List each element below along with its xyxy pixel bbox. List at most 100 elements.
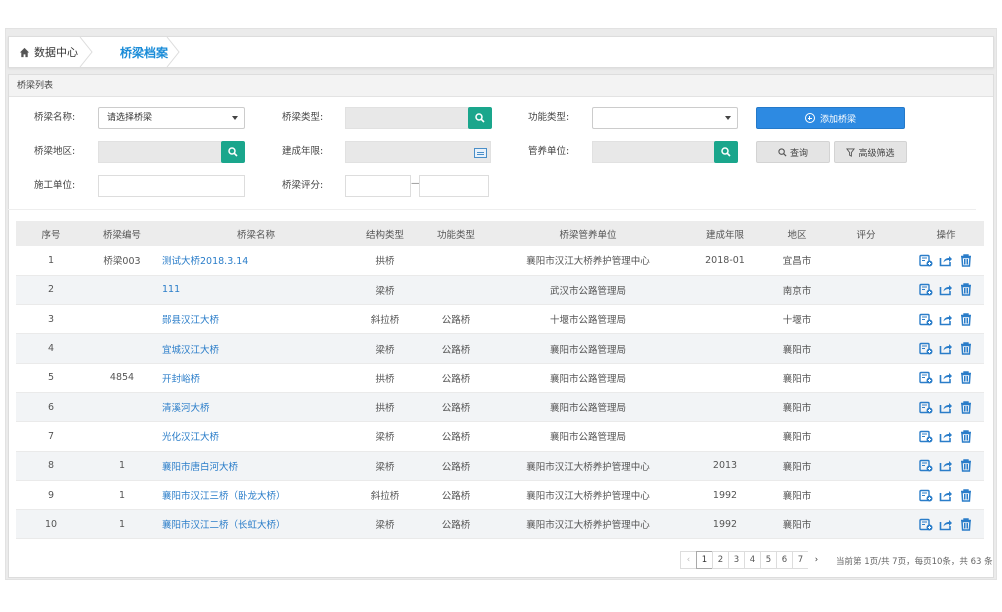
col-header: 功能类型 (416, 221, 496, 246)
pager-page-button[interactable]: 1 (696, 551, 713, 569)
trash-icon[interactable] (959, 518, 973, 531)
structure-type: 梁桥 (354, 451, 416, 481)
build-year (680, 275, 770, 306)
bridge-name-link[interactable]: 襄阳市汉江三桥（卧龙大桥） (158, 480, 354, 511)
bridge-code (86, 333, 158, 364)
trash-icon[interactable] (959, 488, 973, 502)
rating (824, 304, 908, 335)
col-header: 桥梁编号 (86, 221, 158, 246)
function-type-select[interactable] (592, 107, 738, 129)
edit-doc-icon[interactable] (919, 518, 933, 531)
maint-unit-search-button[interactable] (714, 141, 738, 163)
bridge-name-link[interactable]: 宜城汉江大桥 (158, 333, 354, 364)
breadcrumb-home-label: 数据中心 (34, 46, 78, 59)
trash-icon[interactable] (959, 371, 973, 385)
add-bridge-button[interactable]: 添加桥梁 (756, 107, 905, 129)
bridge-name-link[interactable]: 襄阳市汉江二桥（长虹大桥） (158, 509, 354, 540)
bridge-code (86, 392, 158, 423)
constr-unit-input[interactable] (98, 175, 245, 197)
structure-type: 梁桥 (354, 509, 416, 540)
trash-icon[interactable] (959, 400, 973, 414)
calendar-icon[interactable] (474, 148, 487, 158)
trash-icon[interactable] (959, 313, 973, 326)
bridge-type-label: 桥梁类型: (282, 112, 324, 123)
export-icon[interactable] (939, 430, 953, 443)
bridge-code (86, 304, 158, 335)
table-row: 8 1 襄阳市唐白河大桥 梁桥 公路桥 襄阳市汉江大桥养护管理中心 2013 襄阳市 (16, 451, 984, 481)
row-actions (908, 333, 984, 364)
trash-icon[interactable] (959, 283, 973, 297)
bridge-code: 4854 (86, 363, 158, 393)
export-icon[interactable] (939, 313, 953, 326)
row-index: 7 (16, 421, 86, 452)
maint-unit-input[interactable] (592, 141, 716, 163)
function-type: 公路桥 (416, 333, 496, 364)
pager-page-button[interactable]: 6 (776, 551, 793, 569)
trash-icon[interactable] (959, 430, 973, 443)
edit-doc-icon[interactable] (919, 254, 933, 267)
trash-icon[interactable] (959, 459, 973, 472)
pager-page-button[interactable]: 4 (744, 551, 761, 569)
bridge-name-link[interactable]: 光化汉江大桥 (158, 421, 354, 452)
bridge-name-select[interactable]: 请选择桥梁 (98, 107, 245, 129)
region-input[interactable] (98, 141, 222, 163)
row-index: 8 (16, 451, 86, 481)
pager-page-button[interactable]: 5 (760, 551, 777, 569)
export-icon[interactable] (939, 459, 953, 472)
bridge-name-link[interactable]: 111 (158, 275, 354, 306)
structure-type: 梁桥 (354, 421, 416, 452)
edit-doc-icon[interactable] (919, 459, 933, 472)
bridge-type-search-button[interactable] (468, 107, 492, 129)
bridge-type-input[interactable] (345, 107, 469, 129)
rating (824, 275, 908, 306)
pager-next-button[interactable]: › (808, 551, 825, 569)
pager-page-button[interactable]: 2 (712, 551, 729, 569)
advanced-filter-button[interactable]: 高级筛选 (834, 141, 907, 163)
edit-doc-icon[interactable] (919, 371, 933, 384)
export-icon[interactable] (939, 254, 953, 267)
edit-doc-icon[interactable] (919, 283, 933, 296)
bridge-code: 桥梁003 (86, 246, 158, 276)
maint-unit: 襄阳市公路管理局 (496, 333, 680, 364)
rating-min-input[interactable] (345, 175, 411, 197)
export-icon[interactable] (939, 371, 953, 384)
edit-doc-icon[interactable] (919, 342, 933, 355)
maint-unit: 襄阳市公路管理局 (496, 421, 680, 452)
rating-max-input[interactable] (419, 175, 489, 197)
bridge-name-link[interactable]: 开封峪桥 (158, 363, 354, 393)
edit-doc-icon[interactable] (919, 401, 933, 414)
maint-unit: 襄阳市公路管理局 (496, 363, 680, 393)
bridge-name-link[interactable]: 清溪河大桥 (158, 392, 354, 423)
edit-doc-icon[interactable] (919, 489, 933, 502)
structure-type: 斜拉桥 (354, 480, 416, 511)
bridge-name-select-value: 请选择桥梁 (107, 113, 153, 123)
export-icon[interactable] (939, 518, 953, 531)
add-bridge-label: 添加桥梁 (819, 114, 856, 125)
export-icon[interactable] (939, 283, 953, 296)
maint-unit-label: 管养单位: (528, 146, 570, 157)
pager-prev-button[interactable]: ‹ (680, 551, 697, 569)
structure-type: 拱桥 (354, 246, 416, 276)
pager-page-button[interactable]: 7 (792, 551, 809, 569)
trash-icon[interactable] (959, 342, 973, 355)
structure-type: 梁桥 (354, 333, 416, 364)
region: 襄阳市 (770, 333, 824, 364)
pager-page-button[interactable]: 3 (728, 551, 745, 569)
build-year-input[interactable] (345, 141, 491, 163)
bridge-name-link[interactable]: 襄阳市唐白河大桥 (158, 451, 354, 481)
trash-icon[interactable] (959, 254, 973, 267)
edit-doc-icon[interactable] (919, 430, 933, 443)
bridge-name-link[interactable]: 测试大桥2018.3.14 (158, 246, 354, 276)
query-button[interactable]: 查询 (756, 141, 830, 163)
edit-doc-icon[interactable] (919, 313, 933, 326)
region: 襄阳市 (770, 480, 824, 511)
row-actions (908, 392, 984, 423)
function-type (416, 275, 496, 306)
export-icon[interactable] (939, 401, 953, 414)
region-search-button[interactable] (221, 141, 245, 163)
divider (8, 209, 976, 210)
export-icon[interactable] (939, 342, 953, 355)
col-header: 建成年限 (680, 221, 770, 246)
export-icon[interactable] (939, 489, 953, 502)
bridge-name-link[interactable]: 郧县汉江大桥 (158, 304, 354, 335)
